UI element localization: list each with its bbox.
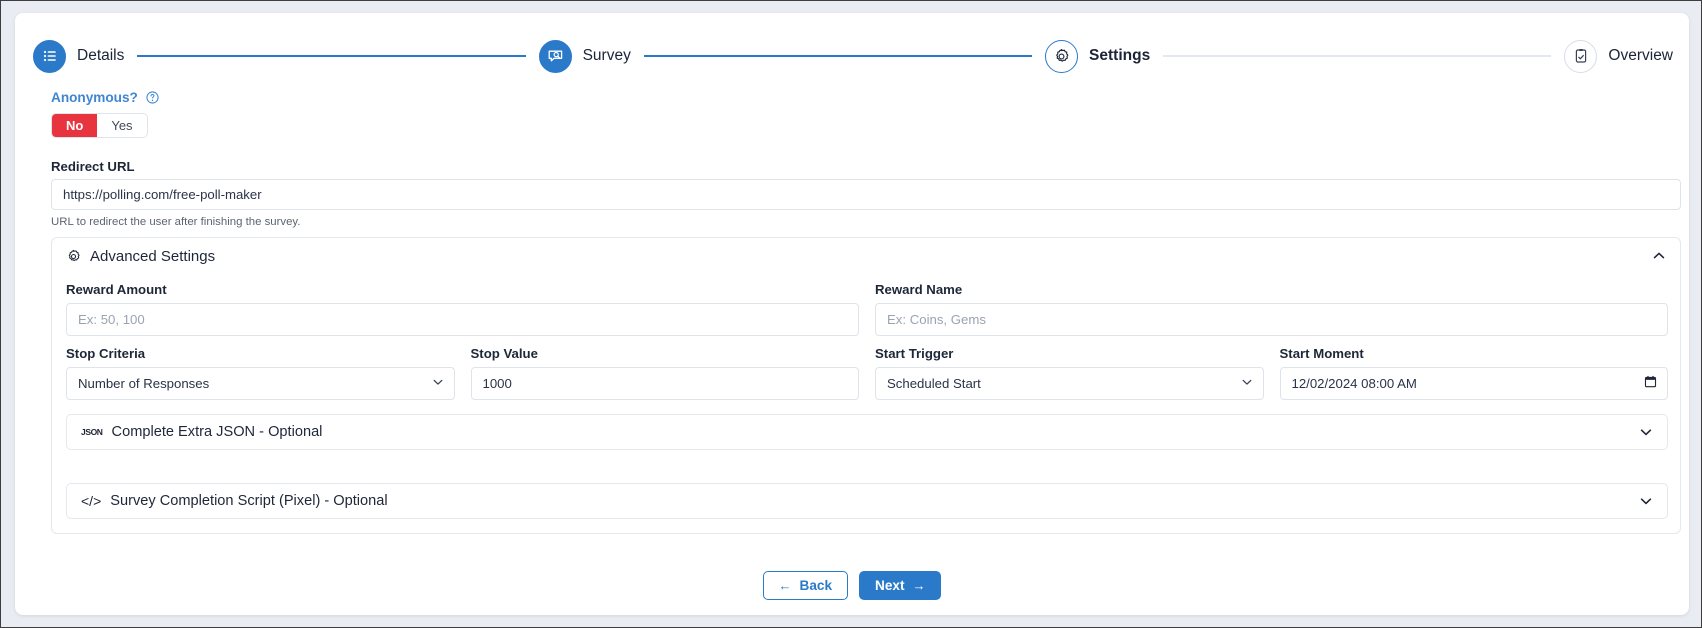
advanced-settings-title: Advanced Settings: [90, 247, 216, 265]
start-trigger-group: Start Trigger: [875, 346, 1264, 400]
step-overview[interactable]: Overview: [1564, 39, 1674, 73]
reward-amount-group: Reward Amount: [66, 282, 859, 336]
gear-icon: [66, 249, 81, 264]
code-icon: </>: [81, 493, 102, 509]
json-icon: JSON: [81, 426, 103, 437]
step-label-overview: Overview: [1608, 47, 1674, 64]
anonymous-label-row: Anonymous?: [51, 89, 159, 107]
back-button-label: Back: [799, 578, 833, 593]
step-label-survey: Survey: [582, 47, 631, 64]
wizard-footer: ← Back Next →: [15, 571, 1689, 600]
advanced-settings-panel: Advanced Settings Reward Amount Reward N…: [51, 237, 1681, 534]
anonymous-option-yes[interactable]: Yes: [97, 114, 147, 137]
anonymous-toggle[interactable]: No Yes: [51, 113, 148, 138]
reward-amount-input[interactable]: [66, 303, 859, 336]
chevron-up-icon[interactable]: [1652, 249, 1666, 263]
back-button[interactable]: ← Back: [762, 571, 849, 600]
stop-criteria-select[interactable]: [66, 367, 455, 400]
next-button-label: Next: [875, 578, 905, 593]
chevron-down-icon[interactable]: [1639, 425, 1653, 439]
redirect-url-help: URL to redirect the user after finishing…: [51, 216, 301, 228]
arrow-left-icon: ←: [778, 578, 792, 593]
question-circle-icon[interactable]: [146, 91, 159, 104]
stepper-connector-1: [137, 55, 526, 57]
start-moment-group: Start Moment: [1279, 346, 1668, 400]
advanced-settings-header[interactable]: Advanced Settings: [52, 238, 1680, 274]
stop-criteria-group: Stop Criteria: [66, 346, 455, 400]
pixel-script-title: Survey Completion Script (Pixel) - Optio…: [110, 493, 388, 509]
arrow-right-icon: →: [912, 578, 926, 593]
stepper-connector-3: [1163, 55, 1552, 57]
start-trigger-label: Start Trigger: [875, 346, 954, 361]
extra-json-section[interactable]: JSON Complete Extra JSON - Optional: [66, 414, 1668, 450]
reward-name-input[interactable]: [875, 303, 1668, 336]
stop-criteria-label: Stop Criteria: [66, 346, 146, 361]
survey-search-icon: [538, 39, 572, 73]
reward-name-group: Reward Name: [875, 282, 1668, 336]
start-moment-input[interactable]: [1279, 367, 1668, 400]
pixel-script-section[interactable]: </> Survey Completion Script (Pixel) - O…: [66, 483, 1668, 519]
step-label-details: Details: [77, 47, 125, 64]
list-icon: [33, 39, 66, 73]
step-settings[interactable]: Settings: [1045, 39, 1151, 73]
stepper-connector-2: [643, 55, 1033, 57]
anonymous-option-no[interactable]: No: [52, 114, 98, 137]
criteria-row: Stop Criteria Stop Value: [66, 346, 1668, 400]
settings-card: Details Survey Settings Overview Anonymo…: [15, 13, 1689, 615]
step-label-settings: Settings: [1089, 47, 1151, 64]
gear-icon: [1045, 39, 1079, 73]
step-survey[interactable]: Survey: [538, 39, 631, 73]
stop-value-label: Stop Value: [470, 346, 538, 361]
reward-row: Reward Amount Reward Name: [66, 282, 1668, 336]
extra-json-title: Complete Extra JSON - Optional: [111, 424, 323, 440]
anonymous-label: Anonymous?: [51, 90, 138, 105]
clipboard-check-icon: [1564, 39, 1598, 73]
reward-name-label: Reward Name: [875, 282, 963, 297]
start-trigger-select[interactable]: [875, 367, 1264, 400]
app-viewport: Details Survey Settings Overview Anonymo…: [0, 0, 1702, 628]
next-button[interactable]: Next →: [859, 571, 942, 600]
step-details[interactable]: Details: [33, 39, 125, 73]
stop-value-input[interactable]: [470, 367, 859, 400]
stop-value-group: Stop Value: [470, 346, 859, 400]
chevron-down-icon[interactable]: [1639, 494, 1653, 508]
start-moment-label: Start Moment: [1279, 346, 1364, 361]
reward-amount-label: Reward Amount: [66, 282, 167, 297]
redirect-url-input[interactable]: [51, 179, 1681, 210]
redirect-url-label: Redirect URL: [51, 159, 135, 174]
wizard-stepper: Details Survey Settings Overview: [33, 31, 1673, 81]
